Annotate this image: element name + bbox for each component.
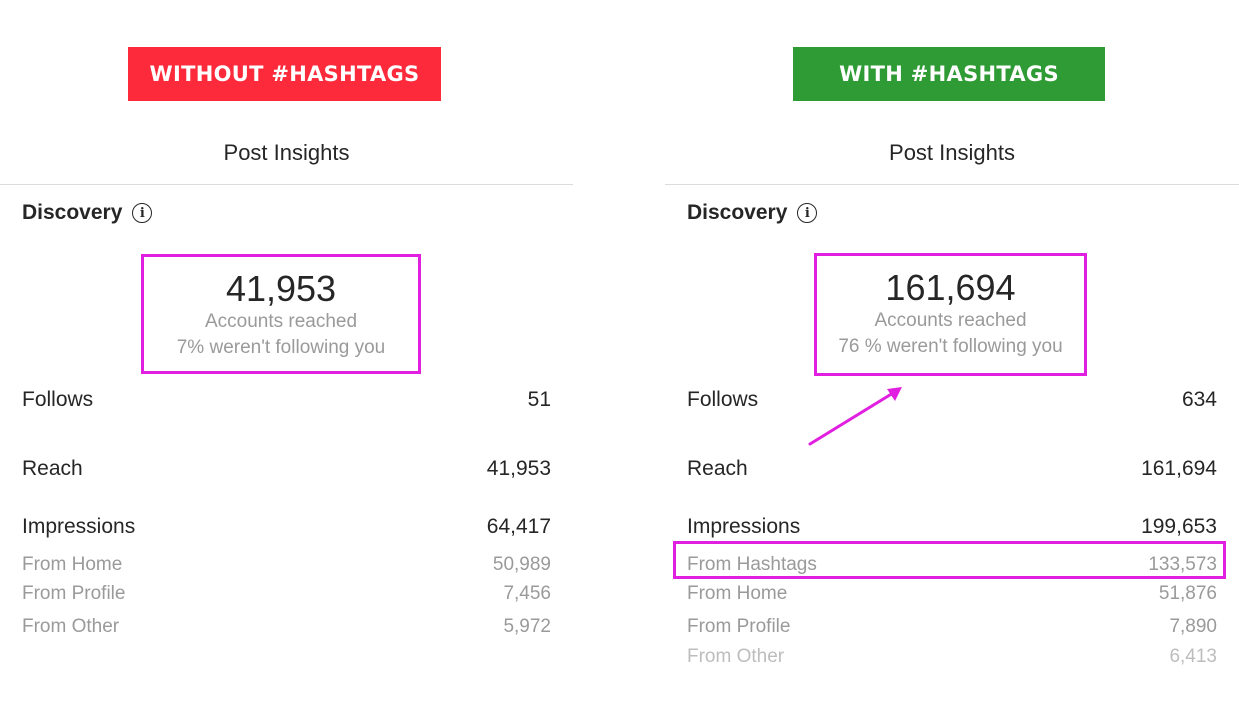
metric-label: Impressions (22, 515, 136, 538)
metric-value: 634 (1181, 388, 1217, 411)
source-value: 133,573 (1148, 554, 1217, 575)
without-hashtags-banner: WITHOUT #HASHTAGS (128, 47, 441, 101)
accounts-reached-label: Accounts reached (874, 310, 1027, 331)
source-label: From Other (687, 646, 785, 667)
accounts-reached-value: 41,953 (225, 268, 337, 309)
source-row-other: From Other 5,972 (22, 616, 551, 638)
source-value: 5,972 (503, 616, 551, 637)
discovery-heading: Discovery i (687, 201, 818, 225)
metric-row-reach: Reach 161,694 (687, 457, 1217, 481)
metric-value: 199,653 (1141, 515, 1217, 538)
without-hashtags-panel: WITHOUT #HASHTAGS Post Insights Discover… (0, 0, 573, 703)
with-hashtags-panel: WITH #HASHTAGS Post Insights Discovery i… (665, 0, 1239, 703)
source-label: From Hashtags (687, 554, 817, 575)
metric-row-impressions: Impressions 199,653 (687, 515, 1217, 539)
source-value: 51,876 (1158, 583, 1217, 604)
annotation-arrow-icon (808, 387, 902, 446)
source-row-home: From Home 51,876 (687, 583, 1217, 605)
source-row-other: From Other 6,413 (687, 646, 1217, 668)
source-row-hashtags: From Hashtags 133,573 (687, 554, 1217, 576)
info-icon[interactable]: i (132, 203, 153, 223)
metric-row-reach: Reach 41,953 (22, 457, 551, 481)
metric-label: Follows (22, 388, 94, 411)
metric-row-impressions: Impressions 64,417 (22, 515, 551, 539)
source-label: From Other (22, 616, 120, 637)
not-following-percent: 7% weren't following you (176, 337, 386, 358)
not-following-percent: 76 % weren't following you (838, 336, 1063, 357)
accounts-reached-value: 161,694 (885, 267, 1016, 308)
metric-label: Reach (687, 457, 748, 480)
source-value: 50,989 (492, 554, 551, 575)
with-hashtags-banner: WITH #HASHTAGS (793, 47, 1105, 101)
page-title: Post Insights (223, 140, 350, 165)
metric-value: 41,953 (486, 457, 551, 480)
info-icon[interactable]: i (797, 203, 818, 223)
source-value: 7,456 (503, 583, 551, 604)
metric-label: Reach (22, 457, 83, 480)
accounts-reached-label: Accounts reached (204, 311, 358, 332)
divider (665, 184, 1239, 185)
source-row-home: From Home 50,989 (22, 554, 551, 576)
source-label: From Profile (22, 583, 126, 604)
accounts-reached-box: 41,953 Accounts reached 7% weren't follo… (141, 254, 421, 374)
source-label: From Home (22, 554, 123, 575)
page-title: Post Insights (889, 140, 1015, 165)
metric-value: 161,694 (1141, 457, 1217, 480)
section-label: Discovery (22, 201, 123, 224)
source-value: 7,890 (1169, 616, 1217, 637)
source-value: 6,413 (1169, 646, 1217, 667)
metric-row-follows: Follows 634 (687, 388, 1217, 412)
metric-label: Follows (687, 388, 759, 411)
source-row-profile: From Profile 7,890 (687, 616, 1217, 638)
metric-value: 64,417 (486, 515, 551, 538)
source-row-profile: From Profile 7,456 (22, 583, 551, 605)
discovery-heading: Discovery i (22, 201, 153, 225)
metric-row-follows: Follows 51 (22, 388, 551, 412)
source-label: From Home (687, 583, 788, 604)
accounts-reached-box: 161,694 Accounts reached 76 % weren't fo… (814, 253, 1087, 376)
section-label: Discovery (687, 201, 788, 224)
source-label: From Profile (687, 616, 791, 637)
metric-label: Impressions (687, 515, 801, 538)
metric-value: 51 (527, 388, 551, 411)
divider (0, 184, 573, 185)
